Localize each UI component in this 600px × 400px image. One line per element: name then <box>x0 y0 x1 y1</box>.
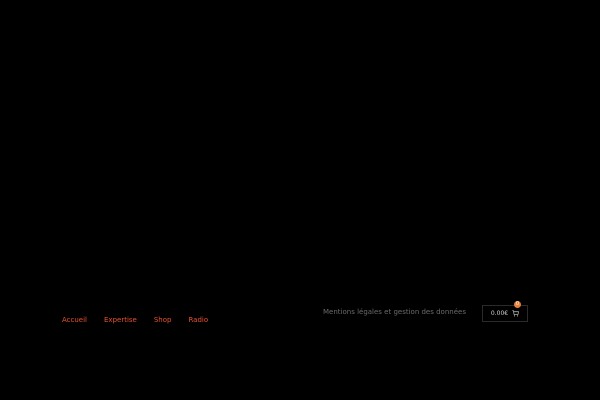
cart-button[interactable]: 0.00€ 0 <box>482 301 528 322</box>
legal-notice-link[interactable]: Mentions légales et gestion des données <box>323 306 466 318</box>
nav-link-expertise[interactable]: Expertise <box>104 314 137 326</box>
footer-nav-item: Shop <box>154 309 172 327</box>
footer-nav: Accueil Expertise Shop Radio <box>62 309 208 327</box>
nav-link-shop[interactable]: Shop <box>154 314 172 326</box>
nav-link-radio[interactable]: Radio <box>188 314 208 326</box>
footer-nav-item: Expertise <box>104 309 137 327</box>
cart-icon <box>512 310 519 317</box>
cart-count-badge: 0 <box>514 301 521 308</box>
cart-amount: 0.00€ <box>490 309 509 317</box>
footer-nav-item: Accueil <box>62 309 87 327</box>
nav-link-accueil[interactable]: Accueil <box>62 314 87 326</box>
footer-nav-item: Radio <box>188 309 208 327</box>
page: Accueil Expertise Shop Radio Mentions lé… <box>0 0 600 400</box>
